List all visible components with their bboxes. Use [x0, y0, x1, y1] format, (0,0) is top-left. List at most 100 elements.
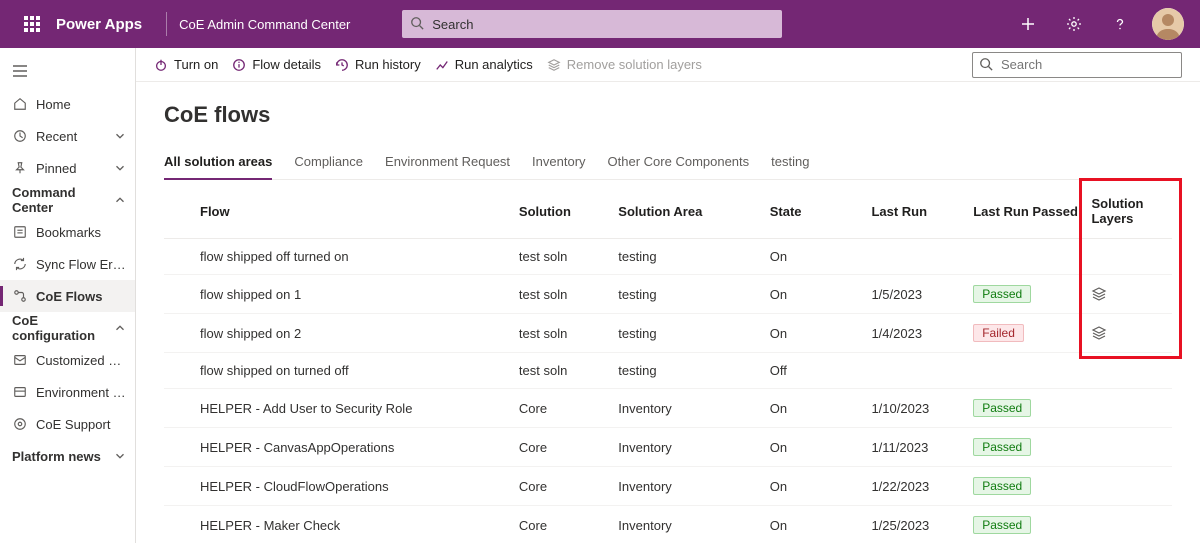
cmd-flow-details[interactable]: Flow details — [232, 57, 321, 72]
cell-flow: HELPER - Maker Check — [164, 506, 519, 543]
avatar[interactable] — [1152, 8, 1184, 40]
cell-solution: test soln — [519, 239, 618, 275]
cmd-label: Flow details — [252, 57, 321, 72]
table-row[interactable]: HELPER - CanvasAppOperationsCoreInventor… — [164, 428, 1172, 467]
sidebar-item-pinned[interactable]: Pinned — [0, 152, 135, 184]
cell-area: Inventory — [618, 389, 769, 428]
cell-passed: Failed — [973, 314, 1091, 353]
analytics-icon — [435, 58, 449, 72]
sidebar-group-coe-config[interactable]: CoE configuration — [0, 312, 135, 344]
cell-layers — [1091, 428, 1172, 467]
cell-passed: Passed — [973, 275, 1091, 314]
cell-state: On — [770, 506, 872, 543]
clock-icon — [12, 128, 28, 144]
table-row[interactable]: HELPER - CloudFlowOperationsCoreInventor… — [164, 467, 1172, 506]
sidebar-item-label: Bookmarks — [36, 225, 127, 240]
cell-state: On — [770, 389, 872, 428]
help-button[interactable] — [1098, 0, 1142, 48]
sidebar-item-label: Pinned — [36, 161, 105, 176]
tab-testing[interactable]: testing — [771, 146, 809, 179]
table-header-row: Flow Solution Solution Area State Last R… — [164, 184, 1172, 239]
chevron-up-icon — [113, 193, 127, 207]
cell-last-run: 1/5/2023 — [871, 275, 973, 314]
table-row[interactable]: flow shipped on 1test solntestingOn1/5/2… — [164, 275, 1172, 314]
cell-layers — [1091, 314, 1172, 353]
cmd-label: Remove solution layers — [567, 57, 702, 72]
settings-button[interactable] — [1052, 0, 1096, 48]
history-icon — [335, 58, 349, 72]
sidebar-item-coe-flows[interactable]: CoE Flows — [0, 280, 135, 312]
table-row[interactable]: HELPER - Add User to Security RoleCoreIn… — [164, 389, 1172, 428]
table-row[interactable]: flow shipped off turned ontest solntesti… — [164, 239, 1172, 275]
pin-icon — [12, 160, 28, 176]
top-search-wrap — [402, 10, 782, 38]
cell-last-run: 1/4/2023 — [871, 314, 973, 353]
cell-layers — [1091, 506, 1172, 543]
tab-inventory[interactable]: Inventory — [532, 146, 585, 179]
col-solution-area[interactable]: Solution Area — [618, 184, 769, 239]
table-row[interactable]: flow shipped on turned offtest solntesti… — [164, 353, 1172, 389]
table-row[interactable]: HELPER - Maker CheckCoreInventoryOn1/25/… — [164, 506, 1172, 543]
tab-all-solution-areas[interactable]: All solution areas — [164, 146, 272, 179]
tab-environment-request[interactable]: Environment Request — [385, 146, 510, 179]
cmd-search-input[interactable] — [972, 52, 1182, 78]
sidebar-item-recent[interactable]: Recent — [0, 120, 135, 152]
col-last-run[interactable]: Last Run — [871, 184, 973, 239]
layers-icon[interactable] — [1091, 286, 1164, 302]
cell-solution: Core — [519, 467, 618, 506]
command-bar: Turn on Flow details Run history Run ana… — [136, 48, 1200, 82]
sidebar-item-custom-emails[interactable]: Customized Emails — [0, 344, 135, 376]
hamburger-icon[interactable] — [0, 54, 135, 88]
cell-solution: Core — [519, 428, 618, 467]
col-solution[interactable]: Solution — [519, 184, 618, 239]
flows-table: Flow Solution Solution Area State Last R… — [164, 184, 1172, 543]
waffle-icon[interactable] — [8, 0, 56, 48]
page-subtitle: CoE Admin Command Center — [179, 17, 350, 32]
cell-area: testing — [618, 275, 769, 314]
top-search-input[interactable] — [402, 10, 782, 38]
status-badge: Passed — [973, 285, 1031, 303]
tabs: All solution areas Compliance Environment … — [164, 146, 1172, 180]
cell-flow: HELPER - Add User to Security Role — [164, 389, 519, 428]
cell-flow: flow shipped off turned on — [164, 239, 519, 275]
cmd-label: Run analytics — [455, 57, 533, 72]
tab-other-core-components[interactable]: Other Core Components — [608, 146, 750, 179]
cell-passed: Passed — [973, 506, 1091, 543]
sidebar-item-coe-support[interactable]: CoE Support — [0, 408, 135, 440]
col-solution-layers[interactable]: Solution Layers — [1091, 184, 1172, 239]
cmd-run-history[interactable]: Run history — [335, 57, 421, 72]
chevron-up-icon — [113, 321, 127, 335]
cmd-run-analytics[interactable]: Run analytics — [435, 57, 533, 72]
cell-layers — [1091, 275, 1172, 314]
tab-compliance[interactable]: Compliance — [294, 146, 363, 179]
col-flow[interactable]: Flow — [164, 184, 519, 239]
layers-icon — [547, 58, 561, 72]
chevron-down-icon — [113, 129, 127, 143]
mail-icon — [12, 352, 28, 368]
cell-area: Inventory — [618, 506, 769, 543]
add-button[interactable] — [1006, 0, 1050, 48]
sidebar-item-sync-errors[interactable]: Sync Flow Errors — [0, 248, 135, 280]
cell-flow: HELPER - CloudFlowOperations — [164, 467, 519, 506]
sidebar-item-env-vars[interactable]: Environment Variables — [0, 376, 135, 408]
cell-passed — [973, 353, 1091, 389]
cmd-label: Run history — [355, 57, 421, 72]
table-row[interactable]: flow shipped on 2test solntestingOn1/4/2… — [164, 314, 1172, 353]
sidebar-item-label: Recent — [36, 129, 105, 144]
content: CoE flows All solution areasComplianceEn… — [136, 82, 1200, 543]
cell-layers — [1091, 467, 1172, 506]
cell-last-run: 1/11/2023 — [871, 428, 973, 467]
cmd-turn-on[interactable]: Turn on — [154, 57, 218, 72]
sidebar-item-label: Home — [36, 97, 127, 112]
cell-state: On — [770, 275, 872, 314]
sidebar-group-label: Platform news — [12, 449, 113, 464]
cell-passed: Passed — [973, 389, 1091, 428]
sidebar-group-command-center[interactable]: Command Center — [0, 184, 135, 216]
sidebar-item-home[interactable]: Home — [0, 88, 135, 120]
layers-icon[interactable] — [1091, 325, 1164, 341]
sidebar-group-platform-news[interactable]: Platform news — [0, 440, 135, 472]
col-state[interactable]: State — [770, 184, 872, 239]
home-icon — [12, 96, 28, 112]
sidebar-item-bookmarks[interactable]: Bookmarks — [0, 216, 135, 248]
col-last-run-passed[interactable]: Last Run Passed — [973, 184, 1091, 239]
